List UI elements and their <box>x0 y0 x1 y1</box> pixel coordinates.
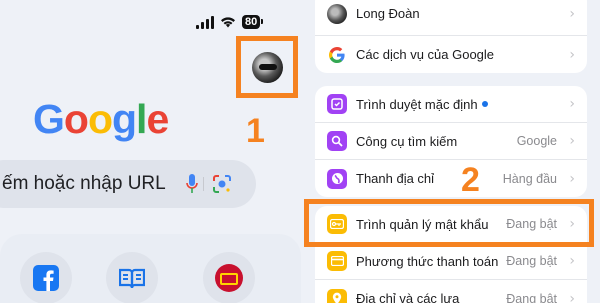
shortcut-reading-list[interactable] <box>106 252 158 303</box>
profile-avatar-button[interactable] <box>252 52 283 83</box>
shortcut-kenh14[interactable] <box>203 252 255 303</box>
search-icon <box>327 131 347 151</box>
addresses-row[interactable]: Địa chỉ và các lựa Đang bật › <box>315 280 587 303</box>
search-engine-label: Công cụ tìm kiếm <box>356 133 458 149</box>
payment-methods-label: Phương thức thanh toán <box>356 253 499 269</box>
default-browser-label: Trình duyệt mặc định <box>356 97 488 112</box>
chrome-settings-panel: Long Đoàn › Các dịch vụ của Google › Trì… <box>301 0 600 303</box>
default-browser-icon <box>327 94 347 114</box>
addresses-label: Địa chỉ và các lựa <box>356 291 460 303</box>
kenh14-icon <box>215 264 243 292</box>
google-logo: Google <box>33 96 169 143</box>
address-bar-label: Thanh địa chỉ <box>356 171 435 186</box>
default-browser-row[interactable]: Trình duyệt mặc định › <box>315 86 587 123</box>
chevron-right-icon: › <box>569 6 575 22</box>
google-logo-letter: g <box>112 96 137 142</box>
google-logo-letter: e <box>146 96 169 142</box>
address-bar-row[interactable]: Thanh địa chỉ Hàng đầu › <box>315 160 587 197</box>
notification-dot <box>481 101 488 108</box>
profile-avatar-highlight <box>236 36 298 98</box>
chevron-right-icon: › <box>569 170 575 187</box>
account-row[interactable]: Long Đoàn › <box>315 0 587 36</box>
battery-indicator: 80 <box>242 15 264 29</box>
search-engine-row[interactable]: Công cụ tìm kiếm Google › <box>315 123 587 160</box>
google-services-row[interactable]: Các dịch vụ của Google › <box>315 36 587 73</box>
search-engine-value: Google <box>516 134 557 148</box>
annotation-number-2: 2 <box>461 161 480 199</box>
location-icon <box>327 288 347 303</box>
shortcut-facebook[interactable] <box>20 252 72 303</box>
account-card: Long Đoàn › Các dịch vụ của Google › <box>315 0 587 73</box>
google-logo-letter: G <box>33 96 65 142</box>
chevron-right-icon: › <box>569 290 575 303</box>
search-bar[interactable]: ếm hoặc nhập URL <box>0 160 256 208</box>
google-logo-letter: o <box>87 96 113 142</box>
chevron-right-icon: › <box>569 253 575 269</box>
microphone-icon[interactable] <box>186 174 198 194</box>
google-g-icon <box>329 46 345 63</box>
google-logo-letter: l <box>136 96 147 142</box>
status-bar: 80 <box>196 15 264 29</box>
google-services-label: Các dịch vụ của Google <box>356 47 495 62</box>
shortcuts-tray <box>0 234 301 303</box>
payment-methods-row[interactable]: Phương thức thanh toán Đang bật › <box>315 243 587 280</box>
globe-icon <box>327 168 347 189</box>
wifi-icon <box>221 17 235 28</box>
chevron-right-icon: › <box>569 46 575 63</box>
avatar-icon <box>327 4 347 24</box>
search-separator <box>203 177 204 191</box>
google-logo-letter: o <box>63 96 89 142</box>
chevron-right-icon: › <box>569 133 575 149</box>
address-bar-value: Hàng đầu <box>502 171 557 186</box>
signal-icon <box>196 15 214 29</box>
account-name: Long Đoàn <box>356 6 420 21</box>
general-settings-card: Trình duyệt mặc định › Công cụ tìm kiếm … <box>315 86 587 197</box>
facebook-icon <box>33 265 59 291</box>
google-lens-icon[interactable] <box>212 174 232 194</box>
password-manager-highlight <box>304 199 594 247</box>
chevron-right-icon: › <box>569 96 575 112</box>
annotation-number-1: 1 <box>246 112 265 150</box>
search-placeholder: ếm hoặc nhập URL <box>2 173 166 194</box>
chrome-new-tab-panel: 80 1 Google ếm hoặc nhập URL <box>0 0 301 303</box>
addresses-value: Đang bật <box>506 291 557 303</box>
card-icon <box>327 251 347 271</box>
payment-methods-value: Đang bật <box>506 254 557 268</box>
book-icon <box>119 268 145 289</box>
